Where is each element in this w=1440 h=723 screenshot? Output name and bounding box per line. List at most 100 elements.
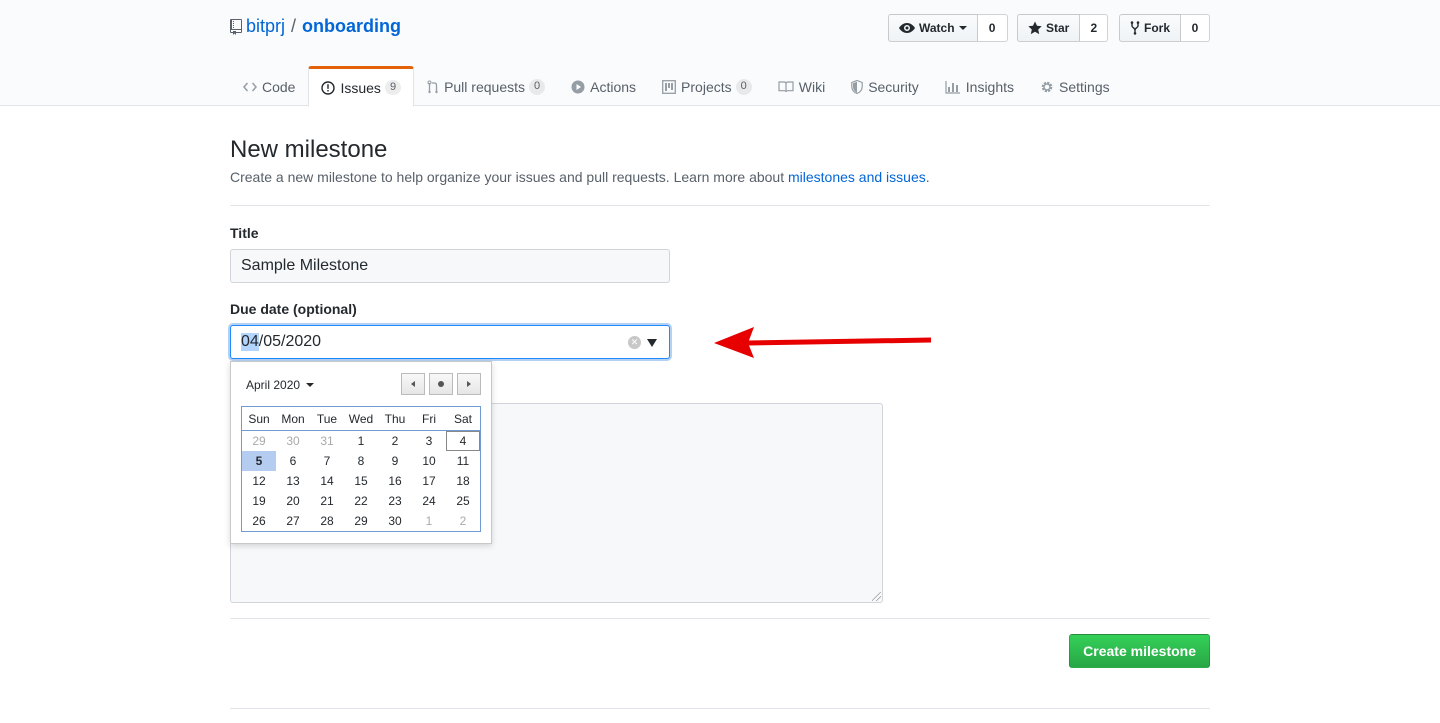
- tab-issues[interactable]: Issues 9: [308, 66, 415, 107]
- watch-count[interactable]: 0: [977, 14, 1008, 42]
- calendar-week: 19 20 21 22 23 24 25: [242, 491, 480, 511]
- fork-count[interactable]: 0: [1181, 14, 1211, 42]
- star-icon: [1028, 21, 1042, 35]
- calendar-day[interactable]: 7: [310, 451, 344, 471]
- calendar-day[interactable]: 14: [310, 471, 344, 491]
- star-button[interactable]: Star: [1017, 14, 1081, 42]
- calendar-day[interactable]: 16: [378, 471, 412, 491]
- calendar-day[interactable]: 15: [344, 471, 378, 491]
- resize-grip-icon[interactable]: [872, 592, 881, 601]
- tab-code[interactable]: Code: [230, 66, 308, 106]
- calendar-day[interactable]: 8: [344, 451, 378, 471]
- arrow-left-icon: [411, 381, 415, 387]
- page-title: New milestone: [230, 136, 388, 163]
- calendar-day[interactable]: 6: [276, 451, 310, 471]
- calendar-day[interactable]: 10: [412, 451, 446, 471]
- due-date-input[interactable]: 04/05/2020 ✕: [230, 325, 670, 359]
- watch-button[interactable]: Watch: [888, 14, 978, 42]
- calendar-day[interactable]: 31: [310, 431, 344, 451]
- fork-label: Fork: [1144, 21, 1171, 35]
- weekday-label: Wed: [348, 412, 374, 426]
- tab-actions[interactable]: Actions: [558, 66, 649, 106]
- tab-projects[interactable]: Projects 0: [649, 66, 765, 106]
- calendar-day-selected[interactable]: 5: [242, 451, 276, 471]
- pull-requests-counter: 0: [529, 79, 546, 95]
- weekday-label: Mon: [281, 412, 305, 426]
- due-date-month-segment[interactable]: 04: [241, 333, 259, 351]
- calendar-day[interactable]: 25: [446, 491, 480, 511]
- code-icon: [243, 82, 257, 92]
- create-milestone-button[interactable]: Create milestone: [1069, 634, 1210, 668]
- star-count[interactable]: 2: [1080, 14, 1109, 42]
- tab-pull-requests[interactable]: Pull requests 0: [414, 66, 558, 106]
- tab-actions-label: Actions: [590, 79, 637, 95]
- date-picker-toggle-icon[interactable]: [647, 339, 657, 347]
- title-input[interactable]: Sample Milestone: [230, 249, 670, 283]
- calendar-day[interactable]: 2: [446, 511, 480, 531]
- calendar-week: 26 27 28 29 30 1 2: [242, 511, 480, 531]
- calendar-day[interactable]: 23: [378, 491, 412, 511]
- fork-icon: [1130, 21, 1140, 35]
- month-selector[interactable]: April 2020: [246, 378, 315, 392]
- tab-security[interactable]: Security: [838, 66, 932, 106]
- calendar-day[interactable]: 26: [242, 511, 276, 531]
- calendar-day[interactable]: 3: [412, 431, 446, 451]
- repo-name-link[interactable]: onboarding: [302, 16, 401, 37]
- calendar-day[interactable]: 12: [242, 471, 276, 491]
- calendar-day[interactable]: 18: [446, 471, 480, 491]
- weekday-label: Sat: [453, 412, 472, 426]
- annotation-arrow-icon: [714, 327, 932, 358]
- graph-icon: [945, 81, 960, 94]
- calendar-day[interactable]: 30: [276, 431, 310, 451]
- calendar-day[interactable]: 29: [344, 511, 378, 531]
- tab-settings[interactable]: Settings: [1027, 66, 1123, 106]
- calendar-day[interactable]: 29: [242, 431, 276, 451]
- calendar-day[interactable]: 22: [344, 491, 378, 511]
- calendar-day[interactable]: 27: [276, 511, 310, 531]
- calendar-day[interactable]: 19: [242, 491, 276, 511]
- fork-button[interactable]: Fork: [1119, 14, 1182, 42]
- calendar-day[interactable]: 17: [412, 471, 446, 491]
- today-button[interactable]: [429, 373, 453, 395]
- repo-separator: /: [291, 16, 297, 36]
- tab-insights[interactable]: Insights: [932, 66, 1027, 106]
- previous-month-button[interactable]: [401, 373, 425, 395]
- tab-wiki-label: Wiki: [798, 79, 826, 95]
- calendar-week: 12 13 14 15 16 17 18: [242, 471, 480, 491]
- watch-label: Watch: [919, 21, 955, 35]
- calendar-day[interactable]: 13: [276, 471, 310, 491]
- tab-wiki[interactable]: Wiki: [765, 66, 838, 106]
- calendar-day[interactable]: 24: [412, 491, 446, 511]
- issue-icon: [321, 80, 336, 95]
- due-date-label: Due date (optional): [230, 301, 357, 317]
- calendar-nav: [397, 373, 481, 395]
- calendar-day[interactable]: 9: [378, 451, 412, 471]
- next-month-button[interactable]: [457, 373, 481, 395]
- pull-request-icon: [427, 80, 438, 94]
- due-date-rest[interactable]: /05/2020: [259, 333, 321, 351]
- repo-title: bitprj / onboarding: [230, 16, 401, 37]
- milestones-help-link[interactable]: milestones and issues: [788, 169, 926, 185]
- dot-icon: [438, 381, 444, 387]
- calendar-day[interactable]: 30: [378, 511, 412, 531]
- calendar-day[interactable]: 2: [378, 431, 412, 451]
- eye-icon: [899, 23, 915, 33]
- calendar-day[interactable]: 21: [310, 491, 344, 511]
- title-label: Title: [230, 225, 259, 241]
- repo-owner-link[interactable]: bitprj: [246, 16, 285, 37]
- clear-date-icon[interactable]: ✕: [628, 336, 641, 349]
- calendar-day[interactable]: 1: [412, 511, 446, 531]
- calendar-day-today[interactable]: 4: [446, 431, 480, 451]
- book-icon: [778, 81, 794, 93]
- tab-issues-label: Issues: [340, 79, 381, 96]
- calendar-day[interactable]: 11: [446, 451, 480, 471]
- star-label: Star: [1046, 21, 1070, 35]
- page-subtitle: Create a new milestone to help organize …: [230, 169, 930, 185]
- tab-security-label: Security: [868, 79, 919, 95]
- calendar-day[interactable]: 20: [276, 491, 310, 511]
- calendar-day[interactable]: 28: [310, 511, 344, 531]
- weekday-header: Sun Mon Tue Wed Thu Fri Sat: [242, 407, 480, 431]
- calendar-day[interactable]: 1: [344, 431, 378, 451]
- repo-nav-tabs: Code Issues 9 Pull requests 0 Actions Pr…: [230, 66, 1123, 107]
- star-group: Star 2: [1017, 14, 1109, 42]
